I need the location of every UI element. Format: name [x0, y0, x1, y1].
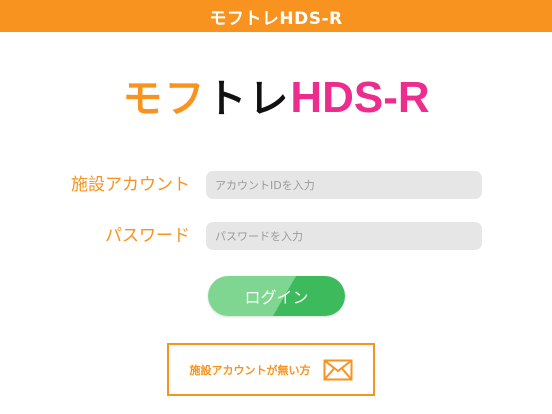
password-input[interactable]: [206, 222, 482, 250]
logo-part-tore: トレ: [206, 76, 291, 122]
mail-icon: [323, 359, 353, 381]
password-label: パスワード: [105, 226, 190, 246]
no-account-label: 施設アカウントが無い方: [189, 363, 311, 377]
account-row: 施設アカウント: [0, 171, 552, 199]
logo-part-mofu: モフ: [122, 76, 207, 122]
header-title: モフトレHDS-R: [209, 8, 343, 29]
account-label: 施設アカウント: [71, 175, 190, 195]
login-button[interactable]: ログイン: [208, 276, 345, 316]
app-logo: モフトレHDS-R: [0, 72, 552, 125]
no-account-button[interactable]: 施設アカウントが無い方: [167, 343, 375, 396]
logo-part-hdsr: HDS-R: [290, 73, 430, 122]
header-bar: モフトレHDS-R: [0, 0, 552, 32]
account-id-input[interactable]: [206, 171, 482, 199]
password-row: パスワード: [0, 222, 552, 250]
